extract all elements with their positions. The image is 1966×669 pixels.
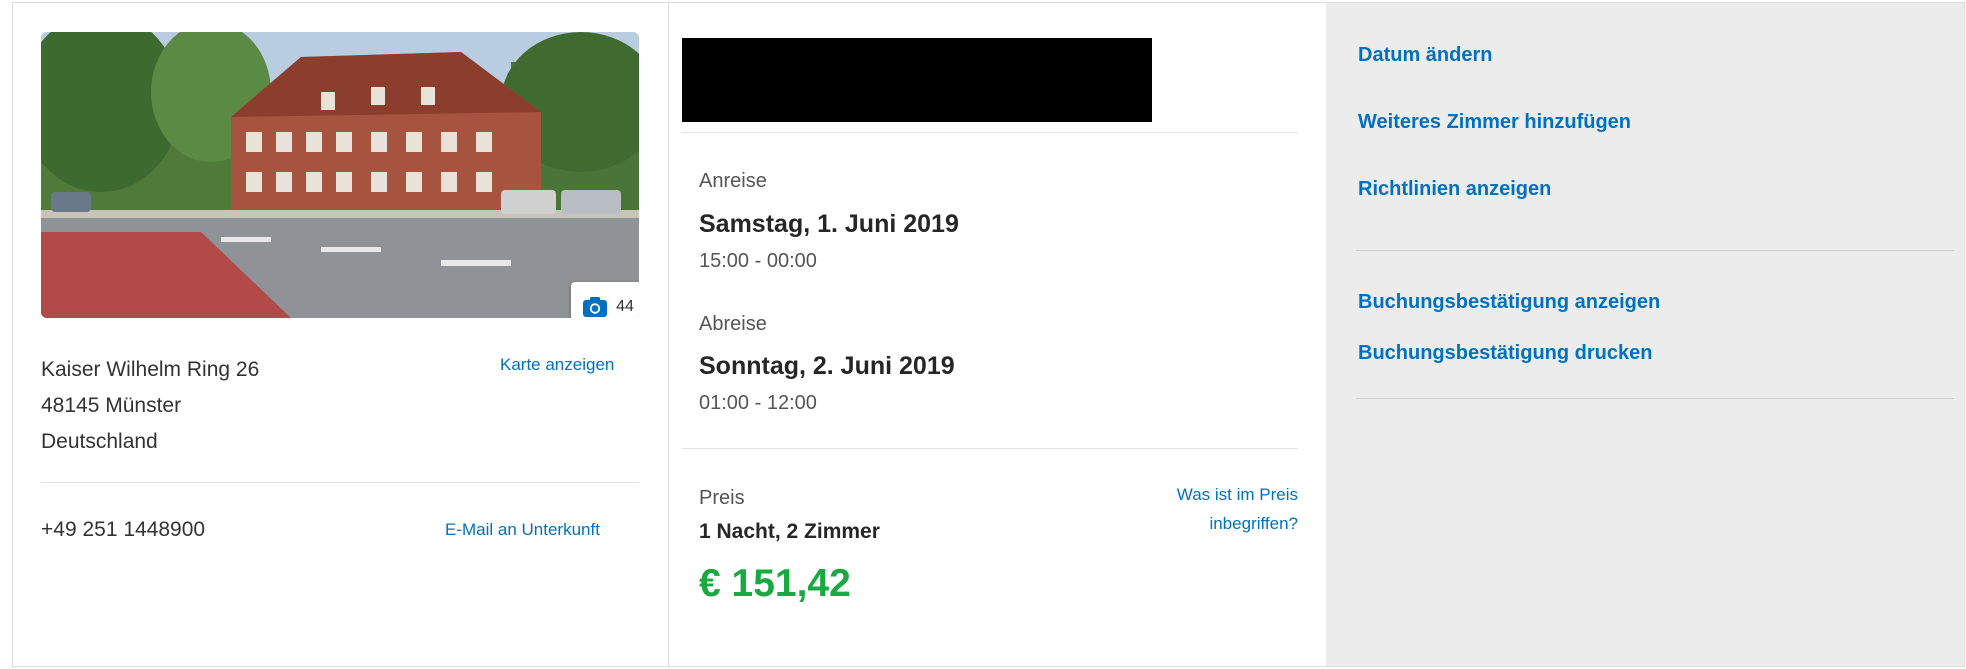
divider — [682, 448, 1298, 449]
checkin-label: Anreise — [699, 170, 767, 192]
email-property-link[interactable]: E-Mail an Unterkunft — [445, 520, 600, 540]
redacted-hotel-name — [682, 38, 1152, 122]
change-date-link[interactable]: Datum ändern — [1358, 44, 1492, 67]
add-room-link[interactable]: Weiteres Zimmer hinzufügen — [1358, 111, 1631, 134]
price-included-line2: inbegriffen? — [1209, 514, 1298, 533]
checkout-date: Sonntag, 2. Juni 2019 — [699, 352, 955, 380]
show-policies-link[interactable]: Richtlinien anzeigen — [1358, 178, 1551, 201]
photo-count-badge[interactable]: 44 — [571, 282, 639, 318]
property-address: Kaiser Wilhelm Ring 26 48145 Münster Deu… — [41, 352, 259, 460]
divider — [1356, 250, 1954, 251]
divider — [41, 482, 639, 483]
price-label: Preis — [699, 487, 745, 509]
camera-icon — [582, 296, 608, 318]
property-phone: +49 251 1448900 — [41, 518, 206, 541]
divider — [1356, 398, 1954, 399]
price-included-line1: Was ist im Preis — [1176, 485, 1298, 504]
print-confirmation-link[interactable]: Buchungsbestätigung drucken — [1358, 342, 1652, 365]
nights-rooms: 1 Nacht, 2 Zimmer — [699, 520, 880, 543]
checkout-label: Abreise — [699, 313, 767, 335]
hotel-photo-illustration — [41, 32, 639, 318]
checkout-time: 01:00 - 12:00 — [699, 392, 817, 414]
checkin-date: Samstag, 1. Juni 2019 — [699, 210, 959, 238]
address-street: Kaiser Wilhelm Ring 26 — [41, 358, 260, 381]
column-divider — [668, 2, 669, 667]
photo-count: 44 — [616, 298, 634, 315]
actions-panel — [1326, 3, 1964, 666]
show-confirmation-link[interactable]: Buchungsbestätigung anzeigen — [1358, 291, 1660, 314]
property-photo[interactable]: 44 — [41, 32, 639, 318]
price-included-link[interactable]: Was ist im Preis inbegriffen? — [1100, 480, 1298, 538]
divider — [682, 132, 1298, 133]
checkin-time: 15:00 - 00:00 — [699, 250, 817, 272]
show-map-link[interactable]: Karte anzeigen — [500, 355, 614, 375]
address-country: Deutschland — [41, 430, 158, 453]
address-city: 48145 Münster — [41, 394, 182, 417]
total-price: € 151,42 — [699, 562, 851, 605]
